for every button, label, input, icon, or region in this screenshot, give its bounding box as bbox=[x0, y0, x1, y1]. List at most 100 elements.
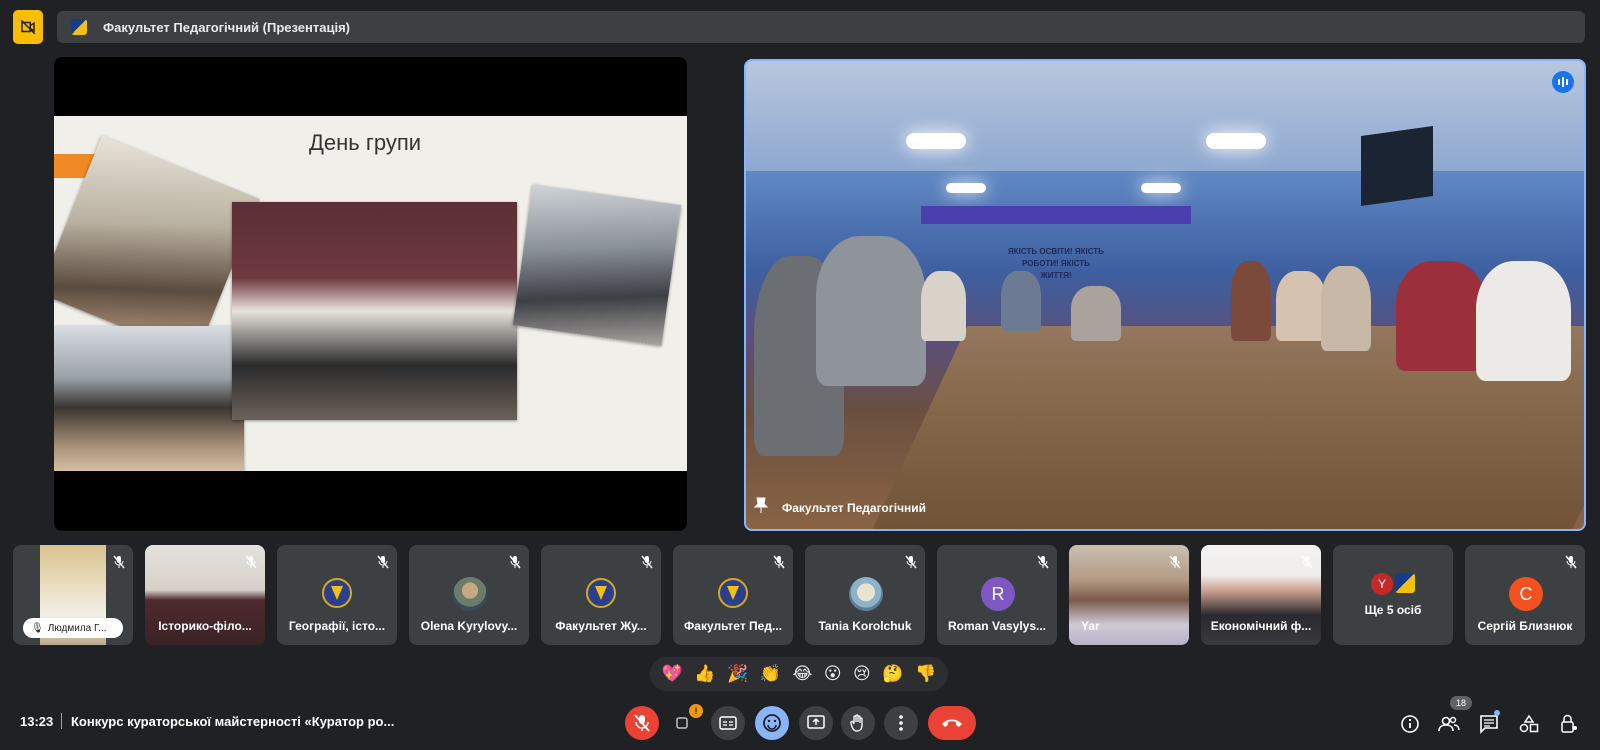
presentation-title-bar: Факультет Педагогічний (Презентація) bbox=[57, 11, 1585, 43]
participant-name: Tania Korolchuk bbox=[818, 619, 912, 633]
reaction-thinking[interactable]: 🤔 bbox=[882, 664, 903, 684]
hand-icon bbox=[850, 714, 863, 732]
muted-mic-icon bbox=[509, 555, 521, 574]
muted-mic-icon bbox=[377, 555, 389, 574]
activities-button[interactable] bbox=[1517, 712, 1541, 736]
presentation-slide: День групи bbox=[54, 116, 687, 471]
muted-mic-icon bbox=[773, 555, 785, 574]
university-crest-avatar bbox=[586, 578, 616, 608]
university-crest-avatar bbox=[322, 578, 352, 608]
participant-tile[interactable]: Yar bbox=[1069, 545, 1189, 645]
participant-tile[interactable]: Olena Kyrylovy... bbox=[409, 545, 529, 645]
unread-chat-dot bbox=[1494, 710, 1500, 716]
speaking-indicator bbox=[1552, 71, 1574, 93]
ceiling-light bbox=[1206, 133, 1266, 149]
microphone-toggle-button[interactable] bbox=[625, 706, 659, 740]
participant-tile[interactable]: 🎙 Людмила Г... bbox=[13, 545, 133, 645]
reaction-heart[interactable]: 💖 bbox=[662, 664, 683, 684]
participant-tile[interactable]: Історико-філо... bbox=[145, 545, 265, 645]
participant-in-room bbox=[1476, 261, 1571, 381]
muted-mic-icon bbox=[641, 555, 653, 574]
participant-tile[interactable]: Факультет Жу... bbox=[541, 545, 661, 645]
raise-hand-button[interactable] bbox=[841, 706, 875, 740]
reaction-party[interactable]: 🎉 bbox=[727, 664, 748, 684]
activities-icon bbox=[1519, 714, 1539, 733]
university-crest-avatar bbox=[1395, 573, 1415, 593]
participant-in-room bbox=[1321, 266, 1371, 351]
people-button[interactable] bbox=[1437, 712, 1461, 736]
participant-in-room bbox=[921, 271, 966, 341]
reaction-clap[interactable]: 👏 bbox=[760, 664, 781, 684]
participant-name-chip: 🎙 Людмила Г... bbox=[23, 618, 123, 638]
camera-off-indicator[interactable] bbox=[13, 10, 43, 44]
participant-name: Людмила Г... bbox=[47, 622, 107, 634]
slide-photo-group bbox=[232, 202, 517, 420]
muted-mic-icon bbox=[113, 555, 125, 574]
presentation-stream[interactable]: День групи bbox=[54, 57, 687, 531]
reaction-sad[interactable]: 😢 bbox=[853, 664, 871, 684]
mic-off-icon bbox=[634, 714, 650, 732]
reaction-thumbs-up[interactable]: 👍 bbox=[694, 664, 715, 684]
main-video-participant-name: Факультет Педагогічний bbox=[782, 501, 927, 515]
camera-off-icon bbox=[20, 19, 36, 35]
participant-name: Географії, істо... bbox=[288, 619, 386, 633]
participant-in-room bbox=[1276, 271, 1326, 341]
participant-tile[interactable]: С Сергій Близнюк bbox=[1465, 545, 1585, 645]
reaction-surprised[interactable]: 😮 bbox=[824, 664, 842, 684]
presentation-title: Факультет Педагогічний (Презентація) bbox=[103, 19, 350, 35]
participant-avatar bbox=[849, 577, 883, 611]
participant-name: Історико-філо... bbox=[158, 619, 252, 633]
camera-icon bbox=[676, 717, 688, 729]
muted-mic-icon bbox=[1037, 555, 1049, 574]
participant-tile[interactable]: Tania Korolchuk bbox=[805, 545, 925, 645]
muted-mic-icon bbox=[1169, 555, 1181, 574]
present-icon bbox=[807, 715, 825, 729]
participant-avatar: Y bbox=[1371, 573, 1393, 595]
participant-in-room bbox=[1071, 286, 1121, 341]
reaction-laugh[interactable]: 😂 bbox=[792, 664, 812, 684]
university-crest-icon bbox=[71, 19, 87, 35]
lock-person-icon bbox=[1561, 714, 1577, 733]
participant-tile[interactable]: R Roman Vasylys... bbox=[937, 545, 1057, 645]
more-vert-icon bbox=[899, 715, 903, 731]
muted-mic-icon bbox=[905, 555, 917, 574]
participant-name: Olena Kyrylovy... bbox=[420, 619, 518, 633]
main-video-tile[interactable]: ЯКІСТЬ ОСВІТИ! ЯКІСТЬ РОБОТИ! ЯКІСТЬ ЖИТ… bbox=[744, 59, 1586, 531]
slide-photo-group-selfie bbox=[54, 326, 244, 471]
pin-icon[interactable] bbox=[753, 497, 769, 518]
hang-up-icon bbox=[942, 719, 962, 727]
info-icon bbox=[1401, 715, 1419, 733]
participant-tile[interactable]: Економічний ф... bbox=[1201, 545, 1321, 645]
muted-mic-icon bbox=[245, 555, 257, 574]
more-options-button[interactable] bbox=[884, 706, 918, 740]
university-crest-avatar bbox=[718, 578, 748, 608]
participant-in-room bbox=[816, 236, 926, 386]
captions-button[interactable] bbox=[711, 706, 745, 740]
participant-in-room bbox=[1231, 261, 1271, 341]
microphone-icon: 🎙 bbox=[31, 622, 44, 634]
muted-mic-icon bbox=[1301, 555, 1313, 574]
camera-warning-badge: ! bbox=[689, 704, 703, 718]
muted-mic-icon bbox=[1565, 555, 1577, 574]
meeting-clock: 13:23 bbox=[20, 714, 54, 729]
participant-name: Yar bbox=[1081, 619, 1100, 633]
reactions-button[interactable] bbox=[755, 706, 789, 740]
more-participants-label: Ще 5 осіб bbox=[1364, 603, 1422, 617]
more-participants-tile[interactable]: Y Ще 5 осіб bbox=[1333, 545, 1453, 645]
host-controls-button[interactable] bbox=[1557, 712, 1581, 736]
audio-bars-icon bbox=[1558, 77, 1568, 87]
participant-name: Сергій Близнюк bbox=[1477, 619, 1573, 633]
people-icon bbox=[1438, 716, 1460, 732]
meeting-details-button[interactable] bbox=[1398, 712, 1422, 736]
participant-tile[interactable]: Географії, істо... bbox=[277, 545, 397, 645]
participant-count-badge: 18 bbox=[1450, 696, 1472, 710]
present-screen-button[interactable] bbox=[799, 706, 833, 740]
leave-call-button[interactable] bbox=[928, 706, 976, 740]
divider bbox=[61, 713, 62, 729]
participant-tile[interactable]: Факультет Пед... bbox=[673, 545, 793, 645]
smiley-icon bbox=[763, 714, 781, 732]
participant-name: Roman Vasylys... bbox=[947, 619, 1047, 633]
meeting-title: Конкурс кураторської майстерності «Курат… bbox=[71, 714, 395, 729]
reaction-thumbs-down[interactable]: 👎 bbox=[915, 664, 936, 684]
chat-icon bbox=[1480, 715, 1498, 734]
